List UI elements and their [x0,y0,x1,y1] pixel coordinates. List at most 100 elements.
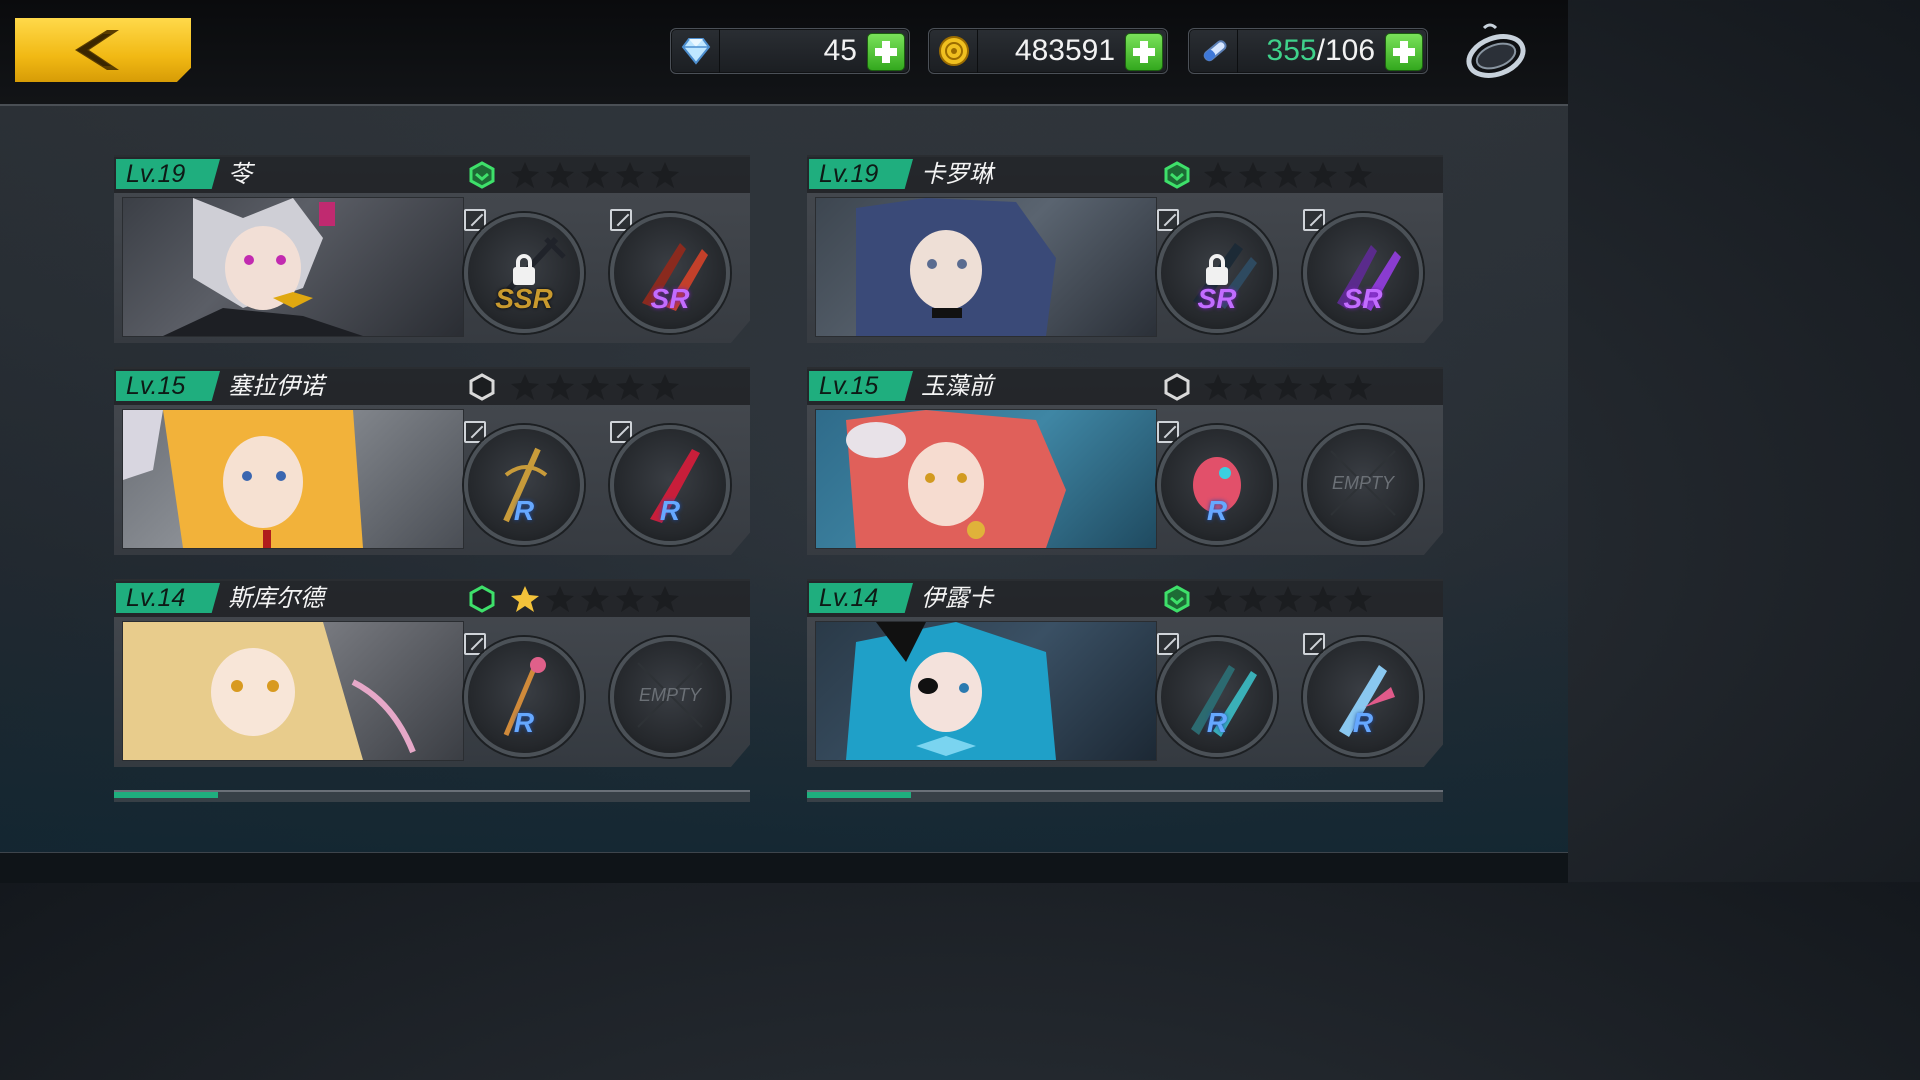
next-card-peek [807,790,1443,802]
stamina-vial-icon [1203,40,1227,62]
level-badge: Lv.19 [809,159,913,189]
back-button[interactable] [15,18,191,82]
add-diamond-button[interactable] [867,33,905,71]
weapon-slot[interactable]: R [1157,425,1277,545]
star-icon [580,161,610,189]
character-name: 卡罗琳 [921,161,993,188]
stamina-counter: 355/106 [1188,28,1428,74]
star-icon [615,161,645,189]
add-gold-button[interactable] [1125,33,1163,71]
star-rating [1203,373,1378,401]
stamina-value: 355/106 [1267,34,1375,68]
weapon-slot[interactable]: SR [1157,213,1277,333]
portrait-art [163,198,363,336]
gold-counter: 483591 [928,28,1168,74]
character-name: 伊露卡 [921,585,993,612]
character-card[interactable]: Lv.15 玉藻前 R EMPTY [807,367,1443,555]
bottom-edge [0,852,1568,883]
star-icon [510,373,540,401]
rarity-label: R [1352,707,1374,738]
character-card[interactable]: Lv.15 塞拉伊诺 R R [114,367,750,555]
star-icon [545,373,575,401]
lock-icon [1203,253,1231,287]
lock-icon [510,253,538,287]
star-icon [510,161,540,189]
character-name: 塞拉伊诺 [228,373,324,400]
diamond-counter: 45 [670,28,910,74]
star-icon [650,161,680,189]
character-card[interactable]: Lv.19 卡罗琳 SR SR [807,155,1443,343]
character-card[interactable]: Lv.14 伊露卡 R R [807,579,1443,767]
star-icon [1238,161,1268,189]
ring-menu-icon [1466,23,1526,78]
star-icon [1203,585,1233,613]
rarity-label: R [1206,707,1228,738]
star-icon [1308,585,1338,613]
character-portrait [815,197,1157,337]
star-icon [545,585,575,613]
star-icon [1308,373,1338,401]
empty-slot-label: EMPTY [1331,473,1394,493]
empty-slot-label: EMPTY [638,685,701,705]
next-card-peek [114,790,750,802]
character-name: 斯库尔德 [228,585,324,612]
weapon-slot[interactable]: R [464,637,584,757]
rarity-label: R [513,707,535,738]
rarity-label: R [1206,495,1228,526]
weapon-slot[interactable]: SR [610,213,730,333]
rank-gem-icon [1163,373,1191,401]
star-icon [1273,161,1303,189]
character-card[interactable]: Lv.19 苓 SSR SR [114,155,750,343]
add-stamina-button[interactable] [1385,33,1423,71]
character-portrait [815,621,1157,761]
rank-gem-icon [468,161,496,189]
rarity-label: SR [1197,283,1237,314]
level-badge: Lv.14 [809,583,913,613]
character-portrait [122,197,464,337]
star-rating [510,161,685,189]
star-icon [1238,585,1268,613]
weapon-slot[interactable]: EMPTY [1303,425,1423,545]
weapon-slot[interactable]: SR [1303,213,1423,333]
weapon-slot[interactable]: R [1157,637,1277,757]
star-rating [510,585,685,613]
star-icon [580,373,610,401]
level-badge: Lv.14 [116,583,220,613]
character-card[interactable]: Lv.14 斯库尔德 R EMPTY [114,579,750,767]
weapon-slot[interactable]: R [464,425,584,545]
level-badge: Lv.15 [809,371,913,401]
rank-gem-icon [468,585,496,613]
weapon-slot[interactable]: EMPTY [610,637,730,757]
character-portrait [815,409,1157,549]
portrait-art [846,410,1066,548]
stamina-current: 355 [1266,34,1317,67]
star-icon [615,373,645,401]
star-icon-filled [510,585,540,613]
character-portrait [122,409,464,549]
star-rating [510,373,685,401]
portrait-art [123,410,363,548]
star-icon [1343,373,1373,401]
star-icon [1343,161,1373,189]
ring-menu-button[interactable] [1462,20,1528,82]
weapon-slot[interactable]: R [610,425,730,545]
star-icon [615,585,645,613]
star-icon [545,161,575,189]
level-badge: Lv.15 [116,371,220,401]
rarity-label: SR [1343,283,1383,314]
star-icon [1273,373,1303,401]
star-icon [650,585,680,613]
weapon-slot[interactable]: SSR [464,213,584,333]
weapon-slot[interactable]: R [1303,637,1423,757]
character-name: 玉藻前 [921,373,993,400]
character-name: 苓 [228,161,252,188]
character-portrait [122,621,464,761]
star-icon [1343,585,1373,613]
star-icon [650,373,680,401]
star-rating [1203,585,1378,613]
top-bar: 45 483591 355/106 [0,0,1568,106]
star-icon [1203,161,1233,189]
star-rating [1203,161,1378,189]
rank-gem-icon [1163,585,1191,613]
portrait-art [856,198,1056,336]
